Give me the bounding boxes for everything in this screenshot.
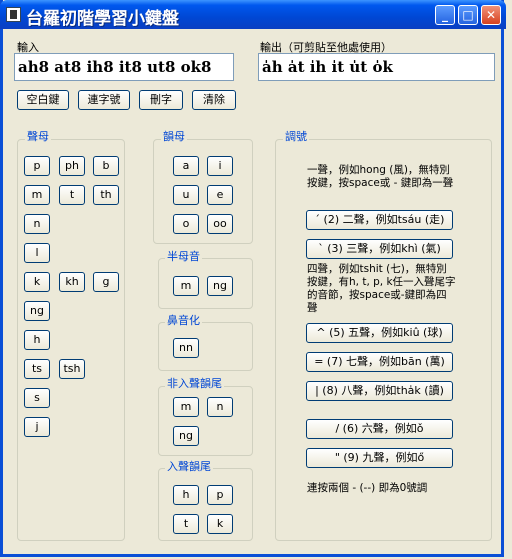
initial-key[interactable]: s (24, 388, 50, 408)
half-nasal-title: 半母音 (165, 250, 202, 263)
tone4-note: 四聲，例如tshit (七)，無特別按鍵，有h, t, p, k任一入聲尾字的音… (307, 263, 456, 314)
tone9-button[interactable]: " (9) 九聲，例如ő (306, 448, 453, 468)
initial-key[interactable]: g (93, 272, 119, 292)
tone2-button[interactable]: ˊ (2) 二聲，例如tsáu (走) (306, 210, 453, 230)
final-key[interactable]: oo (207, 214, 233, 234)
final-key[interactable]: o (173, 214, 199, 234)
initial-key[interactable]: t (59, 185, 85, 205)
clear-button[interactable]: 清除 (192, 90, 236, 110)
close-icon[interactable]: ✕ (481, 5, 501, 25)
checked-key[interactable]: p (207, 485, 233, 505)
nasalization-key[interactable]: nn (173, 338, 199, 358)
initials-title: 聲母 (25, 130, 51, 143)
minimize-icon[interactable]: _ (435, 5, 455, 25)
final-key[interactable]: u (173, 185, 199, 205)
initial-key[interactable]: ng (24, 301, 50, 321)
initial-key[interactable]: kh (59, 272, 85, 292)
checked-key[interactable]: h (173, 485, 199, 505)
maximize-icon[interactable]: □ (458, 5, 478, 25)
checked-key[interactable]: t (173, 514, 199, 534)
initial-key[interactable]: tsh (59, 359, 85, 379)
window-title: 台羅初階學習小鍵盤 (26, 9, 179, 29)
tone1-note: 一聲，例如hong (風)，無特別按鍵，按space或 - 鍵即為一聲 (307, 164, 454, 189)
non-checked-key[interactable]: n (207, 397, 233, 417)
finals-title: 韻母 (161, 130, 187, 143)
initial-key[interactable]: h (24, 330, 50, 350)
tone7-button[interactable]: = (7) 七聲，例如bān (萬) (306, 352, 453, 372)
title-bar[interactable]: 台羅初階學習小鍵盤 _ □ ✕ (0, 0, 506, 29)
initial-key[interactable]: m (24, 185, 50, 205)
tones-title: 調號 (283, 130, 309, 143)
nasalization-title: 鼻音化 (165, 314, 202, 327)
final-key[interactable]: i (207, 156, 233, 176)
checked-title: 入聲韻尾 (165, 460, 213, 473)
hyphen-button[interactable]: 連字號 (78, 90, 130, 110)
tone6-button[interactable]: / (6) 六聲，例如ǒ (306, 419, 453, 439)
initial-key[interactable]: th (93, 185, 119, 205)
delete-button[interactable]: 刪字 (139, 90, 183, 110)
half-nasal-key[interactable]: ng (207, 276, 233, 296)
half-nasal-key[interactable]: m (173, 276, 199, 296)
tone8-button[interactable]: | (8) 八聲，例如tha̍k (讀) (306, 381, 453, 401)
initial-key[interactable]: k (24, 272, 50, 292)
space-button[interactable]: 空白鍵 (17, 90, 69, 110)
initial-key[interactable]: n (24, 214, 50, 234)
tone5-button[interactable]: ^ (5) 五聲，例如kiû (球) (306, 323, 453, 343)
non-checked-key[interactable]: m (173, 397, 199, 417)
finals-group (153, 139, 253, 244)
zero-tone-note: 連按兩個 - (--) 即為0號調 (307, 482, 428, 494)
initial-key[interactable]: j (24, 417, 50, 437)
tone3-button[interactable]: ˋ (3) 三聲，例如khì (氣) (306, 239, 453, 259)
app-icon (6, 7, 21, 22)
final-key[interactable]: a (173, 156, 199, 176)
input-field[interactable]: ah8 at8 ih8 it8 ut8 ok8 (14, 53, 234, 81)
initial-key[interactable]: ph (59, 156, 85, 176)
initial-key[interactable]: b (93, 156, 119, 176)
non-checked-key[interactable]: ng (173, 426, 199, 446)
final-key[interactable]: e (207, 185, 233, 205)
initial-key[interactable]: l (24, 243, 50, 263)
non-checked-title: 非入聲韻尾 (165, 377, 224, 390)
initial-key[interactable]: ts (24, 359, 50, 379)
checked-key[interactable]: k (207, 514, 233, 534)
non-checked-group (158, 386, 253, 456)
output-field[interactable]: a̍h a̍t i̍h i̍t u̍t o̍k (258, 53, 495, 81)
initial-key[interactable]: p (24, 156, 50, 176)
